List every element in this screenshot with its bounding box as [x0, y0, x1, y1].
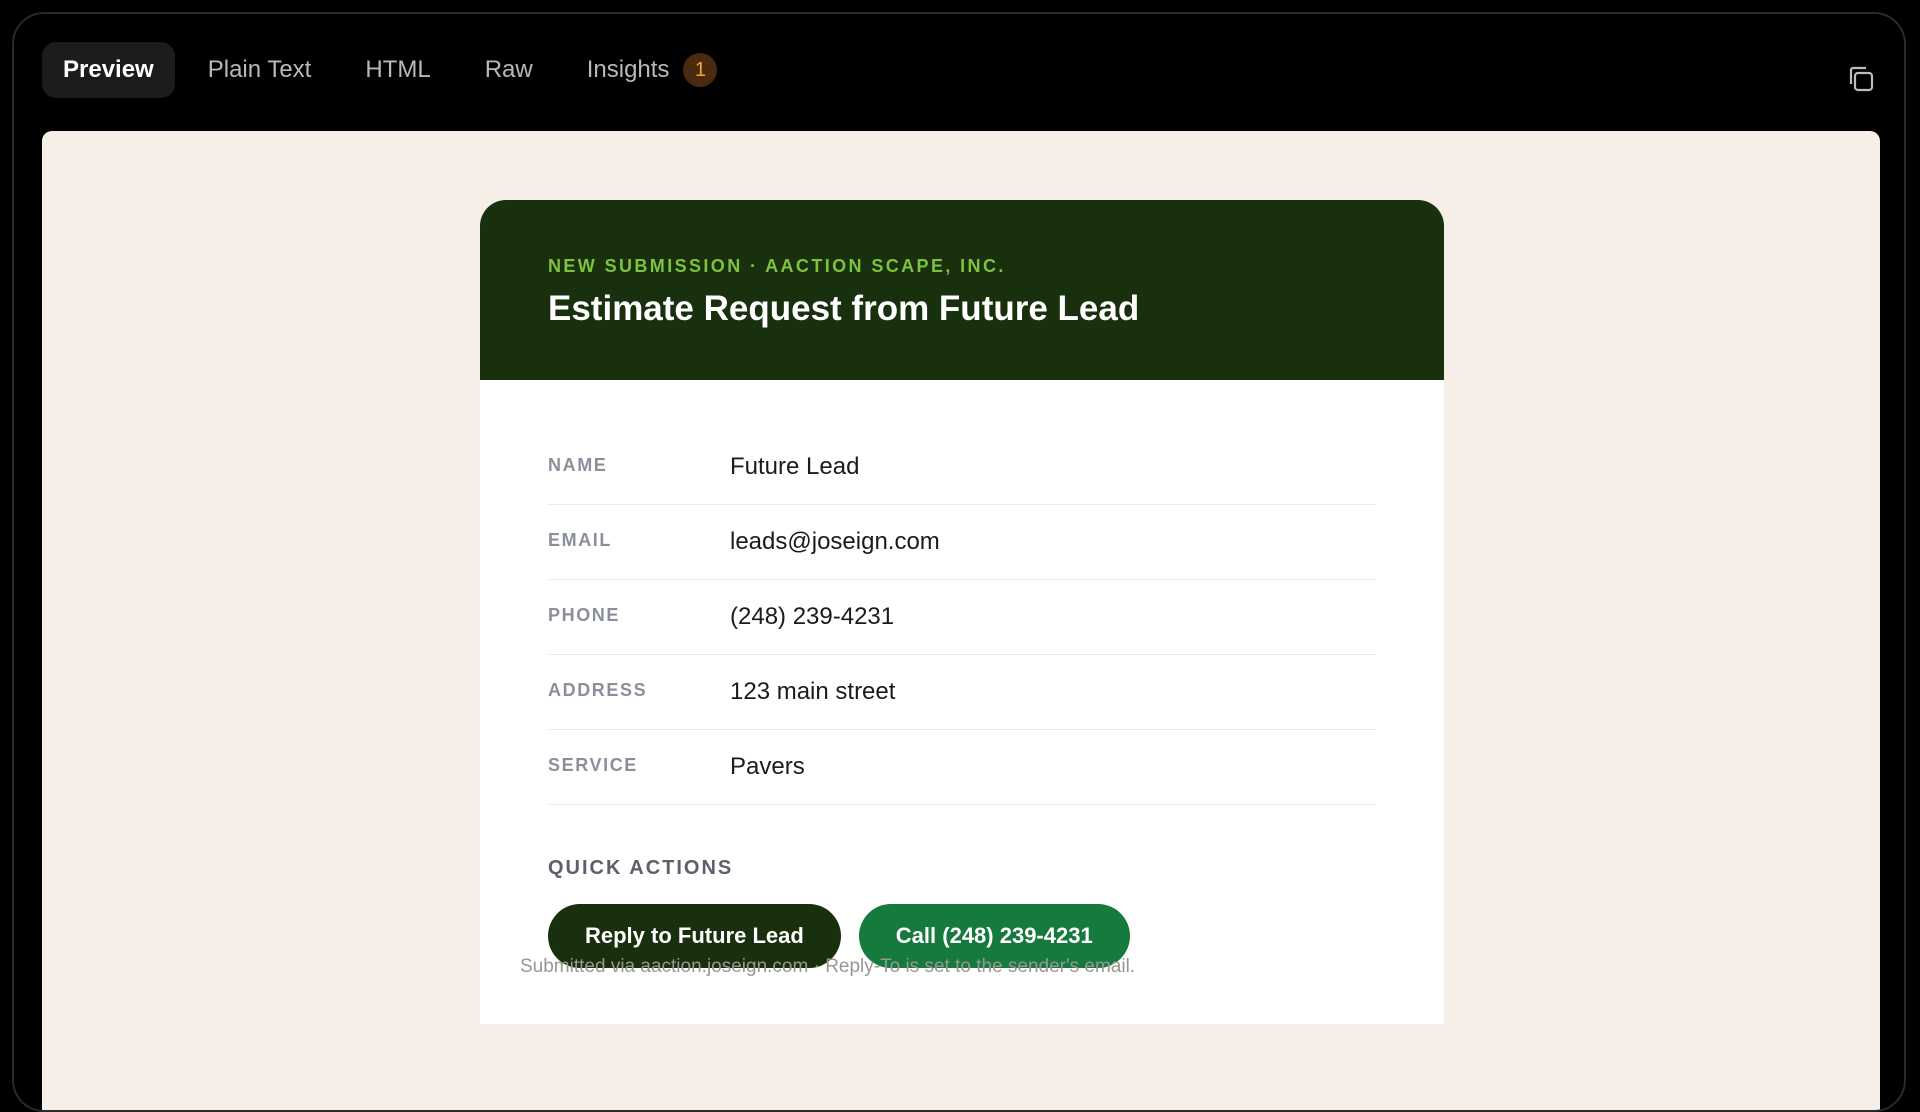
email-title: Estimate Request from Future Lead: [548, 289, 1140, 328]
field-value: Future Lead: [730, 453, 860, 480]
tab-insights-label: Insights: [586, 56, 670, 83]
email-body: NAME Future Lead EMAIL leads@joseign.com…: [480, 380, 1444, 1024]
email-eyebrow: NEW SUBMISSION · AACTION SCAPE, INC.: [548, 256, 1006, 276]
preview-window: Preview Plain Text HTML Raw Insights 1 N…: [12, 12, 1906, 1112]
copy-button[interactable]: [1846, 64, 1876, 94]
field-row-phone: PHONE (248) 239-4231: [548, 580, 1376, 655]
field-label: PHONE: [548, 604, 621, 625]
tab-raw[interactable]: Raw: [464, 42, 554, 98]
tab-preview-label: Preview: [63, 56, 154, 83]
field-value: leads@joseign.com: [730, 528, 940, 555]
submission-footer-note: Submitted via aaction.joseign.com · Repl…: [520, 956, 1136, 977]
tab-html-label: HTML: [365, 56, 431, 83]
copy-icon: [1849, 66, 1874, 92]
insights-count-badge: 1: [683, 53, 718, 87]
field-value: 123 main street: [730, 678, 896, 705]
field-label: ADDRESS: [548, 679, 648, 700]
field-row-service: SERVICE Pavers: [548, 730, 1376, 805]
tab-raw-label: Raw: [484, 56, 533, 83]
field-label: NAME: [548, 454, 608, 475]
tab-plain-text-label: Plain Text: [207, 56, 312, 83]
field-row-email: EMAIL leads@joseign.com: [548, 505, 1376, 580]
tab-preview[interactable]: Preview: [42, 42, 175, 98]
field-value: (248) 239-4231: [730, 603, 895, 630]
tab-html[interactable]: HTML: [344, 42, 451, 98]
tab-insights[interactable]: Insights 1: [566, 42, 739, 98]
field-label: EMAIL: [548, 529, 612, 550]
field-row-name: NAME Future Lead: [548, 430, 1376, 505]
field-label: SERVICE: [548, 754, 638, 775]
field-row-address: ADDRESS 123 main street: [548, 655, 1376, 730]
email-header: NEW SUBMISSION · AACTION SCAPE, INC. Est…: [480, 200, 1444, 380]
quick-actions-heading: QUICK ACTIONS: [548, 857, 734, 879]
tab-plain-text[interactable]: Plain Text: [187, 42, 333, 98]
view-tabs: Preview Plain Text HTML Raw Insights 1: [42, 42, 750, 98]
email-card: NEW SUBMISSION · AACTION SCAPE, INC. Est…: [480, 200, 1444, 1024]
field-value: Pavers: [730, 753, 805, 780]
